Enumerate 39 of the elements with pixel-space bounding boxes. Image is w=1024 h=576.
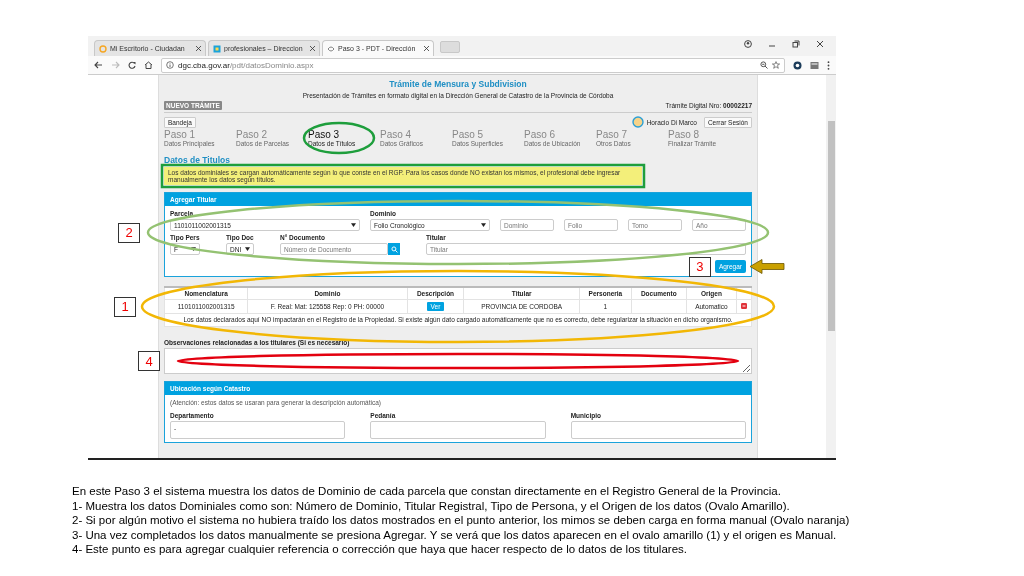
caption-line: 4- Este punto es para agregar cualquier referencia o corrección que haya que hacer respecto de lo datos de los titulares.: [72, 542, 688, 557]
dropdown-caret-icon: [191, 247, 196, 251]
delete-icon[interactable]: [741, 303, 748, 309]
close-icon[interactable]: [816, 40, 824, 48]
section-title: Datos de Titulos: [164, 155, 231, 165]
tab-favicon-icon: [99, 44, 107, 53]
extension-icon[interactable]: [793, 60, 802, 70]
caption-line: 1- Muestra los datos Dominiales como son: Número de Dominio, Titular Registral, Tipo de Persona, y el Origen de los datos (Ovalo Amarillo).: [72, 498, 791, 514]
caption-line: En este Paso 3 el sistema muestra los datos de Dominio de cada parcela que constan directamente en el Registro General de la Provincia.: [72, 484, 782, 499]
search-icon: [390, 245, 398, 253]
tab-favicon-icon: [213, 44, 221, 53]
star-icon[interactable]: [772, 61, 780, 69]
back-arrow-icon[interactable]: [94, 61, 103, 69]
dropdown-caret-icon: [481, 223, 486, 227]
callout-number: 4: [138, 351, 160, 371]
caption-line: 3- Una vez completados los datos manualmente se presiona Agregar. Y se verá que los datos aparecen en el ovalo amarillo (1) y el origen es Manual.: [72, 527, 838, 543]
scrollbar[interactable]: [826, 75, 836, 458]
home-icon[interactable]: [144, 61, 153, 69]
caption-line: 2- Si por algún motivo el sistema no hubiera traído los datos mostrados en el punto anterior, los mimos se deben carga en forma manual (Ovalo naranja): [72, 513, 851, 528]
close-icon[interactable]: [196, 46, 201, 51]
avatar-icon: [631, 116, 644, 128]
dropdown-caret-icon: [245, 247, 250, 251]
callout-number: 2: [118, 222, 140, 243]
address-bar[interactable]: dgc.cba.gov.ar/pdt/datosDominio.aspx: [161, 57, 785, 73]
input-field[interactable]: [570, 421, 746, 439]
zoom-icon[interactable]: [760, 61, 768, 69]
info-icon[interactable]: [166, 61, 174, 69]
url-text: dgc.cba.gov.ar/pdt/datosDominio.aspx: [178, 60, 314, 70]
input-field[interactable]: [370, 421, 546, 439]
close-icon[interactable]: [310, 46, 315, 51]
account-icon[interactable]: [744, 40, 752, 48]
dropdown-caret-icon: [351, 223, 356, 227]
close-icon[interactable]: [424, 46, 429, 51]
reload-icon[interactable]: [128, 61, 136, 69]
callout-number: 1: [114, 296, 136, 317]
page-title: Trámite de Mensura y Subdivision: [388, 79, 528, 89]
restore-icon[interactable]: [792, 40, 800, 48]
menu-icon[interactable]: [827, 60, 830, 70]
tab-page-icon: [327, 44, 335, 53]
